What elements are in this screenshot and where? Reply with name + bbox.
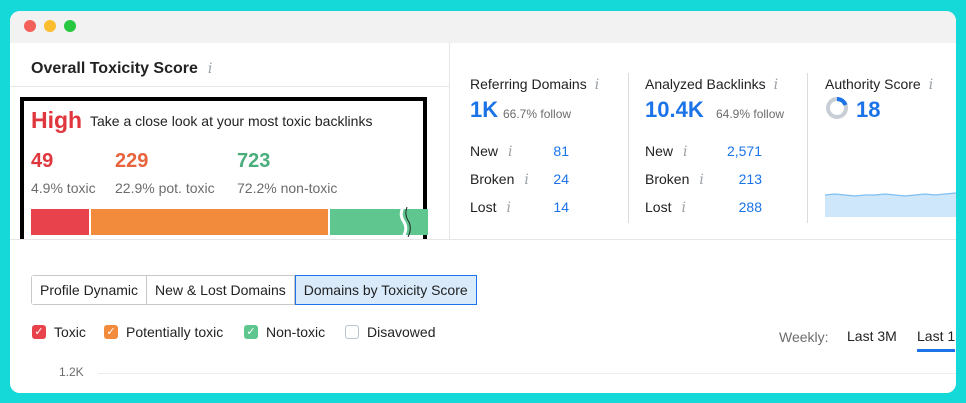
overall-toxicity-title-text: Overall Toxicity Score xyxy=(31,60,198,77)
backlinks-broken-value[interactable]: 213 xyxy=(702,171,762,187)
referring-new-label: New i xyxy=(470,143,513,160)
referring-new-value[interactable]: 81 xyxy=(509,143,569,159)
app-window: Overall Toxicity Score i High Take a clos… xyxy=(10,11,956,393)
info-icon[interactable]: i xyxy=(929,77,933,93)
toxic-count[interactable]: 49 xyxy=(31,150,53,173)
analyzed-backlinks-title: Analyzed Backlinks i xyxy=(645,76,778,93)
toxicity-score-card: High Take a close look at your most toxi… xyxy=(20,97,428,243)
close-window-button[interactable] xyxy=(24,20,36,32)
checkbox-checked-icon[interactable]: ✓ xyxy=(104,325,118,339)
maximize-window-button[interactable] xyxy=(64,20,76,32)
y-axis-tick-label: 1.2K xyxy=(59,365,84,379)
potentially-toxic-bar-segment[interactable] xyxy=(89,209,328,235)
referring-domains-follow: 66.7% follow xyxy=(503,107,572,121)
period-last-1[interactable]: Last 1 xyxy=(917,328,956,352)
summary-panel: Overall Toxicity Score i High Take a clos… xyxy=(10,43,956,243)
authority-score-ring-icon xyxy=(826,96,848,119)
info-icon[interactable]: i xyxy=(208,61,212,77)
toxicity-caption: Take a close look at your most toxic bac… xyxy=(90,113,373,129)
referring-lost-value[interactable]: 14 xyxy=(509,199,569,215)
tab-profile-dynamic[interactable]: Profile Dynamic xyxy=(32,276,148,304)
potentially-toxic-share-label: 22.9% pot. toxic xyxy=(115,180,215,196)
divider xyxy=(807,73,808,223)
legend-toxic[interactable]: ✓ Toxic xyxy=(32,324,86,340)
authority-score-value[interactable]: 18 xyxy=(856,97,880,123)
referring-domains-title: Referring Domains i xyxy=(470,76,599,93)
divider xyxy=(628,73,629,223)
info-icon[interactable]: i xyxy=(683,144,687,160)
toxic-bar-segment[interactable] xyxy=(31,209,89,235)
backlinks-broken-label: Broken i xyxy=(645,171,704,188)
divider xyxy=(10,86,449,87)
tab-domains-by-toxicity-score[interactable]: Domains by Toxicity Score xyxy=(294,275,477,305)
toxicity-distribution-bar xyxy=(31,207,428,237)
backlinks-lost-label: Lost i xyxy=(645,199,686,216)
potentially-toxic-count[interactable]: 229 xyxy=(115,150,148,173)
period-label: Weekly: xyxy=(779,329,829,345)
referring-domains-title-text: Referring Domains xyxy=(470,76,587,92)
legend-potentially-toxic[interactable]: ✓ Potentially toxic xyxy=(104,324,223,340)
backlinks-new-value[interactable]: 2,571 xyxy=(702,143,762,159)
non-toxic-share-label: 72.2% non-toxic xyxy=(237,180,338,196)
checkbox-checked-icon[interactable]: ✓ xyxy=(244,325,258,339)
backlinks-lost-value[interactable]: 288 xyxy=(702,199,762,215)
referring-domains-value[interactable]: 1K xyxy=(470,97,498,123)
window-titlebar xyxy=(10,11,956,43)
chart-gridline xyxy=(98,373,956,374)
backlinks-new-label: New i xyxy=(645,143,688,160)
referring-lost-label: Lost i xyxy=(470,199,511,216)
chart-tabs: Profile Dynamic New & Lost Domains Domai… xyxy=(31,275,477,305)
legend-disavowed[interactable]: Disavowed xyxy=(345,324,435,340)
referring-broken-value[interactable]: 24 xyxy=(509,171,569,187)
minimize-window-button[interactable] xyxy=(44,20,56,32)
axis-break-icon xyxy=(399,207,411,237)
non-toxic-count[interactable]: 723 xyxy=(237,150,270,173)
divider xyxy=(449,43,450,239)
info-icon[interactable]: i xyxy=(681,200,685,216)
authority-score-title-text: Authority Score xyxy=(825,76,921,92)
analyzed-backlinks-value[interactable]: 10.4K xyxy=(645,97,704,123)
tab-new-lost-domains[interactable]: New & Lost Domains xyxy=(147,276,295,304)
checkbox-unchecked-icon[interactable] xyxy=(345,325,359,339)
chart-section: Profile Dynamic New & Lost Domains Domai… xyxy=(10,239,956,393)
legend-non-toxic[interactable]: ✓ Non-toxic xyxy=(244,324,325,340)
legend-non-toxic-label: Non-toxic xyxy=(266,324,326,340)
toxic-share-label: 4.9% toxic xyxy=(31,180,96,196)
non-toxic-bar-segment[interactable] xyxy=(328,207,428,237)
analyzed-backlinks-follow: 64.9% follow xyxy=(716,107,785,121)
authority-trend-sparkline xyxy=(825,192,956,217)
overall-toxicity-title: Overall Toxicity Score i xyxy=(31,60,212,78)
analyzed-backlinks-title-text: Analyzed Backlinks xyxy=(645,76,766,92)
info-icon[interactable]: i xyxy=(774,77,778,93)
info-icon[interactable]: i xyxy=(595,77,599,93)
legend-toxic-label: Toxic xyxy=(54,324,86,340)
legend-disavowed-label: Disavowed xyxy=(367,324,436,340)
toxicity-level: High xyxy=(31,107,83,133)
period-last-3m[interactable]: Last 3M xyxy=(847,328,897,344)
authority-score-title: Authority Score i xyxy=(825,76,933,93)
checkbox-checked-icon[interactable]: ✓ xyxy=(32,325,46,339)
legend-potentially-toxic-label: Potentially toxic xyxy=(126,324,224,340)
